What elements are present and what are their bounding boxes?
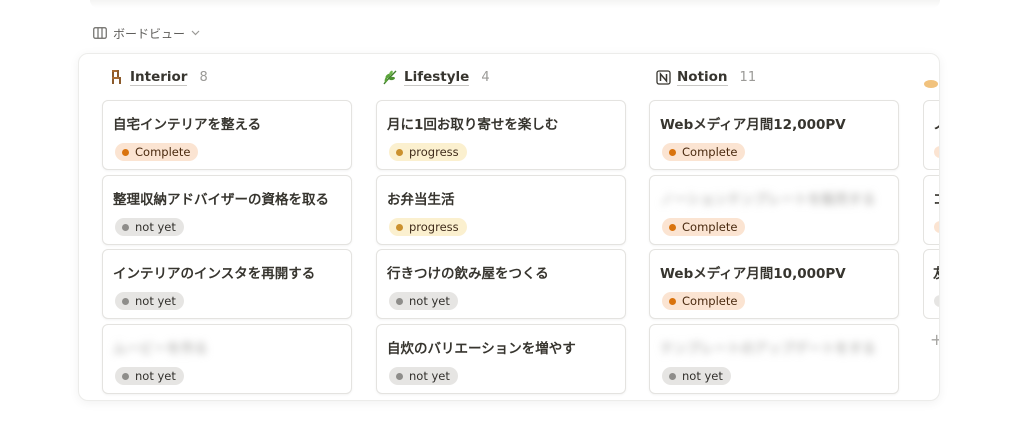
- status-label: progress: [409, 145, 459, 159]
- notion-icon: [655, 69, 671, 85]
- status-badge: [934, 221, 939, 233]
- board-card[interactable]: コ: [923, 175, 939, 245]
- status-label: not yet: [135, 294, 176, 308]
- status-badge: progress: [389, 143, 467, 161]
- card-title: 自炊のバリエーションを増やす: [387, 341, 576, 357]
- status-label: not yet: [409, 294, 450, 308]
- status-badge: not yet: [389, 292, 458, 310]
- column-count: 8: [199, 69, 208, 85]
- column-count: 11: [739, 69, 757, 85]
- status-label: Complete: [135, 145, 191, 159]
- column-title: Interior: [130, 68, 188, 86]
- status-label: not yet: [409, 369, 450, 383]
- column-header[interactable]: Lifestyle 4: [353, 54, 605, 100]
- card-title: インテリアのインスタを再開する: [113, 266, 316, 282]
- board-card[interactable]: ノーションテンプレートを販売する Complete: [649, 175, 899, 245]
- column-count: 4: [481, 69, 490, 85]
- board-card[interactable]: インテリアのインスタを再開する not yet: [102, 249, 352, 319]
- chevron-down-icon: [191, 30, 200, 36]
- status-badge: Complete: [662, 292, 746, 310]
- board-card[interactable]: 月に1回お取り寄せを楽しむ progress: [376, 100, 626, 170]
- card-title: お弁当生活: [387, 192, 455, 208]
- herb-icon: [382, 69, 398, 85]
- board-card[interactable]: Webメディア月間12,000PV Complete: [649, 100, 899, 170]
- status-badge: Complete: [662, 218, 746, 236]
- status-badge: not yet: [115, 292, 184, 310]
- view-label: ボードビュー: [113, 26, 186, 41]
- chair-icon: [108, 69, 124, 85]
- board-card[interactable]: Webメディア月間10,000PV Complete: [649, 249, 899, 319]
- board: Interior 8 自宅インテリアを整える Complete 整理収納アドバイ…: [78, 53, 940, 401]
- board-card[interactable]: ノ: [923, 100, 939, 170]
- card-title-blurred: ムービーを作る: [113, 341, 208, 357]
- card-title: Webメディア月間10,000PV: [660, 266, 846, 282]
- status-label: not yet: [135, 369, 176, 383]
- status-badge: Complete: [115, 143, 199, 161]
- card-title: ノ: [933, 113, 939, 133]
- board-card[interactable]: 自宅インテリアを整える Complete: [102, 100, 352, 170]
- status-badge: progress: [389, 218, 467, 236]
- status-label: Complete: [682, 220, 738, 234]
- column-header[interactable]: Notion 11: [626, 54, 878, 100]
- board-view-icon: [93, 27, 107, 39]
- card-title: コ: [933, 188, 939, 208]
- board-card[interactable]: 自炊のバリエーションを増やす not yet: [376, 324, 626, 394]
- handshake-icon: [924, 74, 938, 93]
- card-title: 自宅インテリアを整える: [113, 117, 262, 133]
- top-fade: [90, 0, 940, 8]
- add-card-plus-icon[interactable]: +: [930, 330, 939, 349]
- status-badge: Complete: [662, 143, 746, 161]
- status-badge: not yet: [115, 218, 184, 236]
- status-label: Complete: [682, 294, 738, 308]
- status-badge: [934, 295, 939, 307]
- board-card[interactable]: 友: [923, 249, 939, 319]
- status-badge: not yet: [115, 367, 184, 385]
- column-title: Lifestyle: [404, 68, 470, 86]
- board-column-notion: Notion 11 Webメディア月間12,000PV Complete ノーシ…: [626, 54, 899, 394]
- column-title: Notion: [677, 68, 728, 86]
- card-title: Webメディア月間12,000PV: [660, 117, 846, 133]
- card-title: 月に1回お取り寄せを楽しむ: [387, 117, 559, 133]
- card-title: 友: [933, 262, 939, 282]
- status-label: not yet: [135, 220, 176, 234]
- board-card[interactable]: お弁当生活 progress: [376, 175, 626, 245]
- card-title-blurred: ノーションテンプレートを販売する: [660, 192, 876, 208]
- card-title: 行きつけの飲み屋をつくる: [387, 266, 549, 282]
- board-card[interactable]: テンプレートのアップデートをする not yet: [649, 324, 899, 394]
- status-label: not yet: [682, 369, 723, 383]
- view-switcher[interactable]: ボードビュー: [93, 24, 200, 42]
- board-card[interactable]: ムービーを作る not yet: [102, 324, 352, 394]
- status-badge: [934, 146, 939, 158]
- status-badge: not yet: [662, 367, 731, 385]
- board-column-lifestyle: Lifestyle 4 月に1回お取り寄せを楽しむ progress お弁当生活…: [353, 54, 626, 394]
- status-label: progress: [409, 220, 459, 234]
- board-card[interactable]: 整理収納アドバイザーの資格を取る not yet: [102, 175, 352, 245]
- board-card[interactable]: 行きつけの飲み屋をつくる not yet: [376, 249, 626, 319]
- status-badge: not yet: [389, 367, 458, 385]
- status-label: Complete: [682, 145, 738, 159]
- board-column-interior: Interior 8 自宅インテリアを整える Complete 整理収納アドバイ…: [79, 54, 352, 394]
- column-header[interactable]: Interior 8: [79, 54, 331, 100]
- card-title: 整理収納アドバイザーの資格を取る: [113, 192, 329, 208]
- card-title-blurred: テンプレートのアップデートをする: [660, 341, 876, 357]
